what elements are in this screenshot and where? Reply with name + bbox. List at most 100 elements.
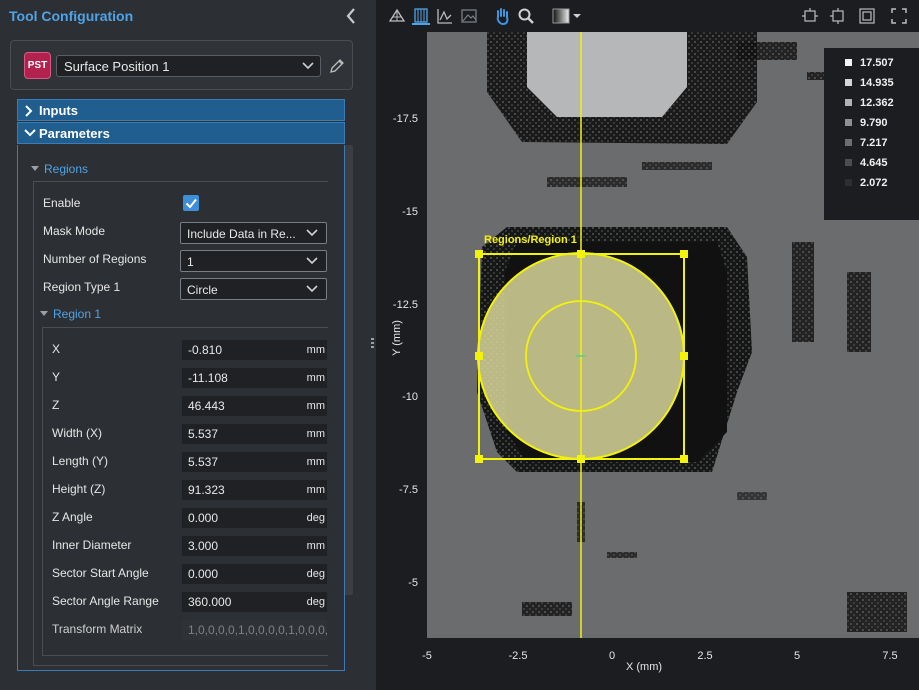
fit-height-button[interactable]	[829, 7, 847, 25]
triangle-down-icon	[40, 311, 48, 316]
height-label: Height (Z)	[52, 482, 106, 496]
region-type-select[interactable]: Circle	[180, 278, 327, 300]
heightmap-view-button[interactable]	[412, 7, 430, 25]
number-of-regions-value: 1	[187, 255, 194, 269]
transform-matrix-input: 1,0,0,0,0,1,0,0,0,0,1,0,0,0,0	[182, 620, 327, 640]
number-of-regions-select[interactable]: 1	[180, 250, 327, 272]
rename-tool-button[interactable]	[328, 57, 346, 75]
x-tick-label: -2.5	[508, 650, 528, 662]
x-tick-label: 7.5	[882, 650, 898, 662]
fit-height-icon	[830, 8, 844, 24]
height-input[interactable]: 91.323 mm	[182, 480, 327, 500]
x-tick-label: 5	[793, 650, 801, 662]
fit-all-icon	[859, 8, 875, 24]
y-value: -11.108	[188, 371, 228, 385]
x-tick-label: -5	[422, 650, 432, 662]
y-label: Y	[52, 370, 61, 384]
legend-value: 9.790	[860, 117, 888, 129]
inner-diameter-value: 3.000	[188, 539, 219, 553]
y-tick-label: -10	[402, 391, 418, 403]
legend-value: 2.072	[860, 177, 888, 189]
region-1-group-label: Region 1	[53, 307, 102, 321]
length-input[interactable]: 5.537 mm	[182, 452, 327, 472]
inner-diameter-input[interactable]: 3.000 mm	[182, 536, 327, 556]
zoom-icon	[518, 8, 534, 24]
y-input[interactable]: -11.108 mm	[182, 368, 327, 388]
fit-width-button[interactable]	[801, 7, 819, 25]
fullscreen-icon	[891, 8, 907, 24]
inner-diameter-label: Inner Diameter	[52, 538, 132, 552]
legend-swatch	[845, 139, 852, 146]
inner-diameter-unit: mm	[306, 540, 325, 552]
tool-select-dropdown[interactable]: Surface Position 1	[56, 55, 321, 77]
transform-matrix-label: Transform Matrix	[52, 622, 143, 636]
legend-swatch	[845, 59, 852, 66]
image-view-button[interactable]	[460, 7, 478, 25]
sector-angle-range-unit: deg	[306, 596, 325, 608]
panel-header: Tool Configuration	[0, 0, 369, 32]
length-label: Length (Y)	[52, 454, 109, 468]
parameters-section-header[interactable]: Parameters	[17, 122, 345, 144]
sector-angle-range-input[interactable]: 360.000 deg	[182, 592, 327, 612]
tool-card: PST Surface Position 1	[10, 40, 353, 90]
enable-label: Enable	[43, 196, 81, 210]
checkmark-icon	[185, 198, 197, 209]
width-input[interactable]: 5.537 mm	[182, 424, 327, 444]
panel-splitter[interactable]	[369, 0, 376, 690]
app-window: Tool Configuration PST Surface Position …	[0, 0, 919, 690]
x-tick-label: 0	[608, 650, 616, 662]
regions-group-label: Regions	[44, 162, 89, 176]
legend-swatch	[845, 79, 852, 86]
parameters-scrollbar[interactable]	[345, 145, 353, 595]
legend-value: 4.645	[860, 157, 888, 169]
profile-view-button[interactable]	[436, 7, 454, 25]
3d-view-button[interactable]	[388, 7, 406, 25]
y-tick-label: -5	[408, 577, 418, 589]
inputs-section-label: Inputs	[39, 103, 78, 118]
legend-value: 17.507	[860, 57, 894, 69]
legend-swatch	[845, 159, 852, 166]
pan-tool-button[interactable]	[493, 7, 511, 26]
heightmap-view-icon	[414, 8, 428, 23]
fullscreen-button[interactable]	[890, 7, 908, 25]
mask-mode-select[interactable]: Include Data in Re...	[180, 222, 327, 244]
sector-start-angle-label: Sector Start Angle	[52, 566, 149, 580]
splitter-grip-dot	[371, 338, 374, 340]
z-angle-unit: deg	[306, 512, 325, 524]
tool-configuration-panel: Tool Configuration PST Surface Position …	[0, 0, 369, 690]
sector-start-angle-input[interactable]: 0.000 deg	[182, 564, 327, 584]
inputs-section-header[interactable]: Inputs	[17, 99, 345, 121]
width-value: 5.537	[188, 427, 219, 441]
viewer-toolbar	[376, 0, 919, 32]
width-label: Width (X)	[52, 426, 103, 440]
tool-select-value: Surface Position 1	[64, 59, 170, 74]
enable-checkbox[interactable]	[183, 195, 199, 211]
tool-type-badge: PST	[24, 52, 51, 79]
collapse-panel-button[interactable]	[343, 7, 361, 25]
regions-group-toggle[interactable]: Regions	[31, 162, 88, 176]
z-value: 46.443	[188, 399, 225, 413]
legend-swatch	[845, 119, 852, 126]
z-angle-input[interactable]: 0.000 deg	[182, 508, 327, 528]
x-unit: mm	[306, 344, 325, 356]
chevron-down-icon	[306, 257, 318, 265]
legend-value: 7.217	[860, 137, 888, 149]
colormap-dropdown[interactable]	[552, 7, 582, 25]
legend-swatch	[845, 99, 852, 106]
length-unit: mm	[306, 456, 325, 468]
zoom-tool-button[interactable]	[517, 7, 535, 25]
mask-mode-value: Include Data in Re...	[187, 227, 296, 241]
x-input[interactable]: -0.810 mm	[182, 340, 327, 360]
z-angle-label: Z Angle	[52, 510, 93, 524]
z-input[interactable]: 46.443 mm	[182, 396, 327, 416]
x-label: X	[52, 342, 61, 356]
fit-all-button[interactable]	[858, 7, 876, 25]
parameters-section-label: Parameters	[39, 126, 110, 141]
chevron-left-icon	[346, 8, 355, 24]
y-axis-label: Y (mm)	[390, 320, 403, 356]
chevron-down-icon	[302, 62, 314, 70]
x-axis-label: X (mm)	[626, 661, 663, 673]
z-unit: mm	[306, 400, 325, 412]
legend-value: 12.362	[860, 97, 894, 109]
region-1-group-toggle[interactable]: Region 1	[40, 307, 101, 321]
